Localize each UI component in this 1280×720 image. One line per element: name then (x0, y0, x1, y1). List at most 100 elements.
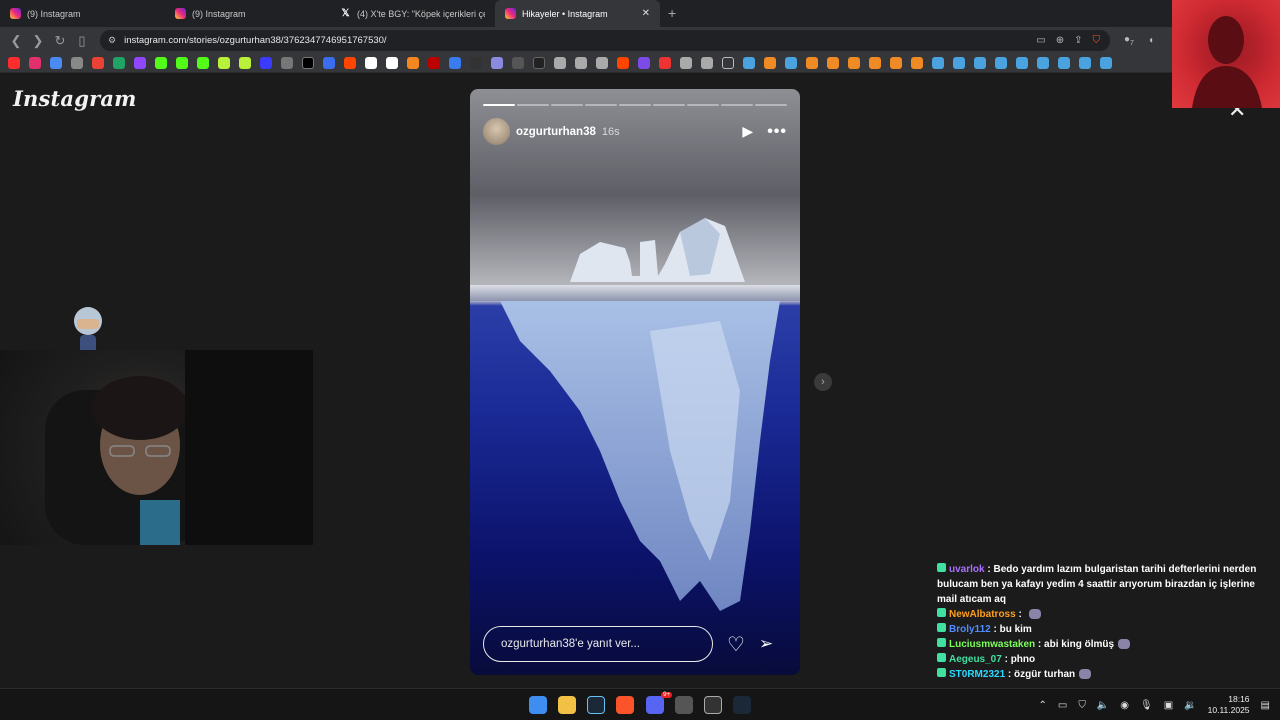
bookmark-icon[interactable] (512, 57, 524, 69)
bookmark-icon[interactable] (449, 57, 461, 69)
bookmark-icon[interactable] (827, 57, 839, 69)
send-icon[interactable]: ➢ (759, 634, 773, 654)
shield-icon[interactable]: ⛉ (1078, 700, 1086, 711)
bookmark-icon[interactable] (407, 57, 419, 69)
discord-icon[interactable]: 9+ (646, 692, 672, 714)
steam-bookmark-icon[interactable] (1058, 57, 1070, 69)
steam-icon[interactable] (587, 696, 605, 714)
network-icon[interactable]: ▣ (1164, 700, 1173, 711)
instagram-logo[interactable]: Instagram (13, 86, 137, 111)
clock[interactable]: 18:16 10.11.2025 (1208, 694, 1250, 716)
story-viewer[interactable]: ozgurturhan38 16s ▶ ••• ozgurturhan38'e … (470, 89, 800, 675)
close-tab-icon[interactable]: ✕ (642, 8, 650, 19)
app-icon[interactable] (675, 696, 693, 714)
obs-icon[interactable] (704, 696, 722, 714)
steam-bookmark-icon[interactable] (1037, 57, 1049, 69)
globe-bookmark-icon[interactable] (71, 57, 83, 69)
x-bookmark-icon[interactable] (302, 57, 314, 69)
steam-bookmark-icon[interactable] (953, 57, 965, 69)
twitch-bookmark-icon[interactable] (134, 57, 146, 69)
kick-bookmark-icon[interactable] (155, 57, 167, 69)
windows-start-icon[interactable] (529, 696, 547, 714)
reply-input[interactable] (483, 626, 713, 662)
reload-icon[interactable]: ↻ (50, 31, 70, 51)
kick-bookmark-icon[interactable] (176, 57, 188, 69)
youtube-bookmark-icon[interactable] (8, 57, 20, 69)
bookmark-icon[interactable] (848, 57, 860, 69)
steam-bookmark-icon[interactable] (785, 57, 797, 69)
microphone-icon[interactable]: 🎙 (1140, 700, 1153, 711)
steam-bookmark-icon[interactable] (995, 57, 1007, 69)
drive-bookmark-icon[interactable] (113, 57, 125, 69)
bookmark-icon[interactable] (806, 57, 818, 69)
bookmark-icon[interactable] (617, 57, 629, 69)
back-icon[interactable]: ❮ (6, 31, 26, 51)
bookmark-icon[interactable] (533, 57, 545, 69)
play-icon[interactable]: ▶ (742, 123, 753, 140)
bookmark-icon[interactable] (764, 57, 776, 69)
bookmark-icon[interactable]: ▯ (72, 31, 92, 51)
new-tab-button[interactable]: + (660, 0, 684, 27)
steam-tray-icon[interactable]: ◉ (1120, 700, 1129, 711)
steam-bookmark-icon[interactable] (974, 57, 986, 69)
steam-bookmark-icon[interactable] (1079, 57, 1091, 69)
bookmark-icon[interactable] (869, 57, 881, 69)
share-icon[interactable]: ⇪ (1074, 35, 1082, 46)
chat-username[interactable]: Luciusmwastaken (949, 639, 1035, 650)
bookmark-icon[interactable] (365, 57, 377, 69)
steam-bookmark-icon[interactable] (743, 57, 755, 69)
more-options-icon[interactable]: ••• (767, 123, 787, 141)
bookmark-icon[interactable] (575, 57, 587, 69)
gmail-bookmark-icon[interactable] (92, 57, 104, 69)
bookmark-icon[interactable] (596, 57, 608, 69)
steam-icon[interactable] (733, 696, 751, 714)
avatar[interactable] (483, 118, 510, 145)
steam-bookmark-icon[interactable] (1016, 57, 1028, 69)
heart-icon[interactable]: ♡ (727, 632, 745, 657)
folder-icon[interactable] (722, 57, 734, 69)
brave-shield-icon[interactable]: ⛉ (1093, 35, 1101, 46)
chevron-up-icon[interactable]: ⌃ (1038, 700, 1046, 711)
chat-username[interactable]: Broly112 (949, 624, 991, 635)
story-username[interactable]: ozgurturhan38 (516, 126, 596, 138)
tab-x[interactable]: 𝕏 (4) X'te BGY: "Köpek içerikleri çeken (330, 0, 495, 27)
battery-icon[interactable]: ▭ (1058, 700, 1067, 711)
chat-username[interactable]: uvarlok (949, 564, 985, 575)
chat-username[interactable]: ST0RM2321 (949, 669, 1005, 680)
steam-bookmark-icon[interactable] (932, 57, 944, 69)
instagram-bookmark-icon[interactable] (29, 57, 41, 69)
forward-icon[interactable]: ❯ (28, 31, 48, 51)
translate-bookmark-icon[interactable] (50, 57, 62, 69)
brave-browser-icon[interactable] (616, 696, 634, 714)
bookmark-icon[interactable] (218, 57, 230, 69)
tab-instagram-1[interactable]: (9) Instagram (0, 0, 165, 27)
chat-username[interactable]: NewAlbatross (949, 609, 1016, 620)
bookmark-icon[interactable] (323, 57, 335, 69)
speaker-icon[interactable]: 🔈 (1097, 700, 1109, 711)
volume-icon[interactable]: 🔉 (1184, 700, 1196, 711)
chat-username[interactable]: Aegeus_07 (949, 654, 1002, 665)
amazon-bookmark-icon[interactable] (386, 57, 398, 69)
bookmark-icon[interactable] (680, 57, 692, 69)
cast-icon[interactable]: ▭ (1036, 35, 1045, 46)
bookmark-icon[interactable] (701, 57, 713, 69)
audio-extension-icon[interactable]: ◖ (1148, 35, 1154, 46)
bookmark-icon[interactable] (659, 57, 671, 69)
bookmark-icon[interactable] (470, 57, 482, 69)
reddit-bookmark-icon[interactable] (344, 57, 356, 69)
bookmark-icon[interactable] (239, 57, 251, 69)
extension-icon[interactable]: ●7 (1124, 34, 1134, 47)
bookmark-icon[interactable] (281, 57, 293, 69)
bookmark-icon[interactable] (554, 57, 566, 69)
kick-bookmark-icon[interactable] (197, 57, 209, 69)
next-story-button[interactable]: › (814, 373, 832, 391)
bookmark-icon[interactable] (428, 57, 440, 69)
bookmark-icon[interactable] (638, 57, 650, 69)
steam-bookmark-icon[interactable] (1100, 57, 1112, 69)
site-settings-icon[interactable]: ⚙ (108, 35, 116, 46)
tab-stories[interactable]: Hikayeler • Instagram ✕ (495, 0, 660, 27)
file-explorer-icon[interactable] (558, 696, 576, 714)
zoom-icon[interactable]: ⊕ (1056, 35, 1064, 46)
bookmark-icon[interactable] (260, 57, 272, 69)
bookmark-icon[interactable] (491, 57, 503, 69)
